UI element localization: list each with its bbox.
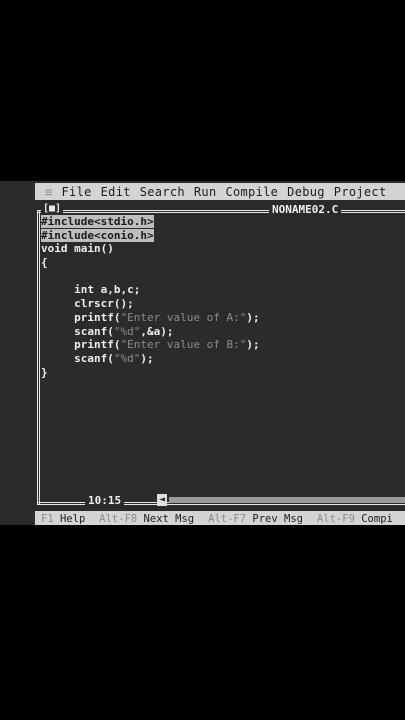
fkey-prev-msg[interactable]: Alt-F7 Prev Msg (208, 513, 303, 525)
window-frame-top (37, 210, 405, 213)
code-line-text: scanf("%d",&a); (41, 325, 173, 338)
editor-status-line: 10:15 ◄ (37, 494, 405, 509)
code-line[interactable]: printf("Enter value of B:"); (41, 338, 405, 352)
menu-project[interactable]: Project (334, 185, 387, 199)
code-token: printf( (41, 310, 121, 324)
code-token: scanf( (41, 324, 114, 338)
window-frame-left (37, 210, 40, 505)
code-line-text: #include<conio.h> (41, 228, 154, 242)
code-line[interactable]: printf("Enter value of A:"); (41, 311, 405, 325)
cursor-position: 10:15 (85, 494, 125, 508)
system-menu-icon[interactable]: ≡ (45, 185, 53, 199)
code-line[interactable] (41, 270, 405, 284)
string-literal: "%d" (113, 351, 141, 365)
screen-bottom-bezel (0, 525, 405, 538)
code-line-text: #include<stdio.h> (41, 215, 154, 228)
code-token: ); (246, 338, 260, 352)
fkey-next-msg[interactable]: Alt-F8 Next Msg (99, 513, 194, 525)
code-line-text: clrscr(); (41, 297, 134, 311)
code-line-text: scanf("%d"); (41, 352, 154, 365)
code-line[interactable]: } (41, 366, 405, 380)
code-line-text: printf("Enter value of A:"); (41, 310, 260, 324)
horizontal-scrollbar[interactable] (169, 497, 405, 503)
code-line-text: printf("Enter value of B:"); (41, 338, 260, 352)
string-literal: "Enter value of A:" (120, 310, 247, 324)
code-area[interactable]: #include<stdio.h> #include<conio.h> void m… (41, 215, 405, 379)
code-line[interactable]: clrscr(); (41, 297, 405, 311)
code-token: ,&a); (140, 324, 174, 338)
code-line[interactable]: #include<stdio.h> (41, 215, 405, 229)
ide-screen: ≡ File Edit Search Run Compile Debug Pro… (0, 181, 405, 538)
menu-edit[interactable]: Edit (101, 185, 131, 199)
string-literal: "%d" (113, 324, 141, 338)
code-token: ); (246, 310, 260, 324)
code-line[interactable]: scanf("%d",&a); (41, 325, 405, 339)
menu-compile[interactable]: Compile (225, 185, 278, 199)
code-line[interactable]: scanf("%d"); (41, 352, 405, 366)
menu-file[interactable]: File (62, 185, 92, 199)
code-line-text: int a,b,c; (41, 283, 141, 297)
code-token: printf( (41, 338, 121, 352)
code-line[interactable]: #include<conio.h> (41, 228, 405, 243)
code-line-text: } (41, 365, 48, 379)
fkey-help[interactable]: F1 Help (41, 513, 85, 525)
code-line[interactable]: { (41, 256, 405, 270)
menu-bar: ≡ File Edit Search Run Compile Debug Pro… (35, 183, 405, 200)
menu-debug[interactable]: Debug (287, 185, 325, 199)
code-line[interactable]: void main() (41, 242, 405, 256)
close-box-icon[interactable]: [■] (41, 202, 64, 216)
fkey-compile[interactable]: Alt-F9 Compi (317, 513, 393, 525)
menu-run[interactable]: Run (194, 185, 217, 199)
code-token: scanf( (41, 351, 114, 365)
code-line-text: { (41, 256, 48, 270)
editor-window[interactable]: [■] NONAME02.C #include<stdio.h> #include… (37, 202, 405, 509)
menu-search[interactable]: Search (140, 185, 185, 199)
string-literal: "Enter value of B:" (120, 338, 247, 352)
code-token: ); (140, 351, 154, 365)
code-line-text: void main() (41, 242, 114, 256)
scroll-left-arrow-icon[interactable]: ◄ (157, 494, 168, 506)
code-line[interactable]: int a,b,c; (41, 283, 405, 297)
function-key-bar: F1 Help Alt-F8 Next Msg Alt-F7 Prev Msg … (35, 511, 405, 526)
